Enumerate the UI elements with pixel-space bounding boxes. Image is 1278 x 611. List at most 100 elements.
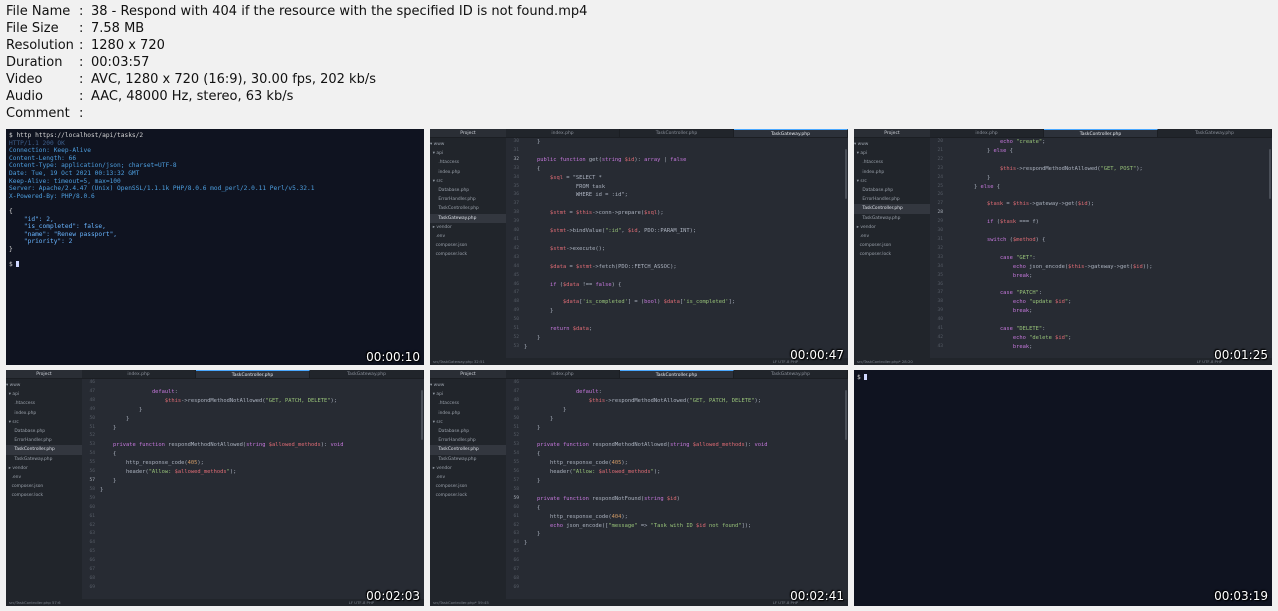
tree-item[interactable]: .htaccess (430, 399, 506, 408)
tree-item[interactable]: TaskGateway.php (854, 214, 930, 223)
line-number: 69 (89, 584, 95, 590)
tree-item[interactable]: composer.json (430, 241, 506, 250)
tree-item[interactable]: TaskGateway.php (430, 213, 506, 223)
tab-taskgateway-php[interactable]: TaskGateway.php (310, 370, 424, 378)
tree-item[interactable]: ▸ vendor (430, 464, 506, 473)
code-line: } (524, 477, 541, 484)
editor-scrollbar[interactable] (1269, 149, 1271, 199)
code-area[interactable]: echo "create"; } else { $this->respondMe… (948, 138, 1266, 358)
tab-project[interactable]: Project (430, 370, 506, 378)
code-line: break; (1012, 272, 1033, 279)
thumbnail-terminal-00-00-10[interactable]: $ http https://localhost/api/tasks/2 HTTP… (6, 129, 424, 365)
line-number: 22 (937, 156, 943, 162)
tab-project[interactable]: Project (854, 129, 930, 137)
thumbnail-editor-00-02-03[interactable]: Project index.php TaskController.php TaskGa… (6, 370, 424, 606)
code-area[interactable]: } public function get(string $id): array… (524, 138, 842, 358)
tree-item[interactable]: TaskGateway.php (430, 455, 506, 464)
tree-item[interactable]: composer.lock (6, 491, 82, 500)
tree-item[interactable]: .env (430, 473, 506, 482)
tree-item[interactable]: .htaccess (6, 399, 82, 408)
thumbnail-editor-00-02-41[interactable]: Project index.php TaskController.php TaskGa… (430, 370, 848, 606)
editor-scrollbar[interactable] (845, 390, 847, 440)
tree-item[interactable]: .htaccess (854, 158, 930, 167)
info-value: 00:03:57 (91, 55, 150, 70)
tree-item[interactable]: ▾ www (6, 381, 82, 390)
tree-item[interactable]: ▾ api (854, 149, 930, 158)
tab-index-php[interactable]: index.php (506, 129, 620, 137)
tree-item[interactable]: composer.lock (854, 250, 930, 259)
tree-item[interactable]: Database.php (854, 186, 930, 195)
tab-project[interactable]: Project (6, 370, 82, 378)
code-area[interactable]: default: $this->respondMethodNotAllowed(… (100, 379, 418, 599)
tree-item[interactable]: ErrorHandler.php (854, 195, 930, 204)
tab-index-php[interactable]: index.php (506, 370, 620, 378)
code-line: } (100, 415, 130, 422)
tab-taskgateway-php[interactable]: TaskGateway.php (734, 370, 848, 378)
tree-item[interactable]: index.php (6, 409, 82, 418)
tree-item[interactable]: TaskController.php (430, 445, 506, 455)
tree-item[interactable]: ▾ www (854, 140, 930, 149)
tree-item[interactable]: TaskController.php (6, 445, 82, 455)
tree-item[interactable]: ▾ www (430, 140, 506, 149)
line-number: 57 (89, 477, 95, 483)
line-number: 28 (937, 210, 943, 216)
tree-item[interactable]: .env (430, 232, 506, 241)
tree-item[interactable]: Database.php (430, 186, 506, 195)
line-number: 63 (513, 531, 519, 537)
editor-scrollbar[interactable] (421, 390, 423, 440)
tree-item[interactable]: .env (6, 473, 82, 482)
terminal-cursor (864, 374, 868, 380)
tree-item[interactable]: Database.php (6, 427, 82, 436)
tab-taskgateway-php[interactable]: TaskGateway.php (734, 129, 848, 137)
thumbnail-terminal-00-03-19[interactable]: $ 00:03:19 (854, 370, 1272, 606)
tree-item[interactable]: index.php (430, 409, 506, 418)
tree-item[interactable]: ▾ src (854, 177, 930, 186)
tree-item[interactable]: composer.json (854, 241, 930, 250)
tree-item[interactable]: ▾ api (6, 390, 82, 399)
tab-taskcontroller-php[interactable]: TaskController.php (620, 370, 734, 378)
tree-item[interactable]: index.php (430, 168, 506, 177)
line-number: 58 (89, 486, 95, 492)
timestamp-label: 00:00:47 (790, 348, 844, 362)
tree-item[interactable]: TaskGateway.php (6, 455, 82, 464)
tab-taskgateway-php[interactable]: TaskGateway.php (1158, 129, 1272, 137)
line-number: 53 (513, 343, 519, 349)
tree-item[interactable]: .htaccess (430, 158, 506, 167)
tree-item[interactable]: ▾ www (430, 381, 506, 390)
terminal-line: Content-Type: application/json; charset=… (9, 162, 177, 170)
editor-scrollbar[interactable] (845, 149, 847, 199)
tree-item[interactable]: ▾ src (6, 418, 82, 427)
tree-item[interactable]: ▾ api (430, 390, 506, 399)
tree-item[interactable]: ▾ src (430, 177, 506, 186)
tree-item[interactable]: Database.php (430, 427, 506, 436)
tab-taskcontroller-php[interactable]: TaskController.php (1044, 129, 1158, 137)
tree-item[interactable]: index.php (854, 168, 930, 177)
tree-item[interactable]: TaskController.php (430, 204, 506, 213)
tree-item[interactable]: .env (854, 232, 930, 241)
tree-item[interactable]: ▸ vendor (854, 223, 930, 232)
tab-index-php[interactable]: index.php (82, 370, 196, 378)
tree-item[interactable]: ▸ vendor (6, 464, 82, 473)
tree-item[interactable]: composer.json (6, 482, 82, 491)
tab-taskcontroller-php[interactable]: TaskController.php (196, 370, 310, 378)
tree-item[interactable]: TaskController.php (854, 204, 930, 214)
code-area[interactable]: default: $this->respondMethodNotAllowed(… (524, 379, 842, 599)
tree-item[interactable]: ▸ vendor (430, 223, 506, 232)
tree-item[interactable]: ErrorHandler.php (430, 436, 506, 445)
tab-project[interactable]: Project (430, 129, 506, 137)
tree-item[interactable]: ▾ src (430, 418, 506, 427)
tree-item[interactable]: composer.lock (430, 250, 506, 259)
tree-item[interactable]: composer.json (430, 482, 506, 491)
tree-item[interactable]: composer.lock (430, 491, 506, 500)
status-file: src/TaskController.php 57:6 (9, 600, 61, 605)
thumbnail-editor-00-00-47[interactable]: Project index.php TaskController.php TaskGa… (430, 129, 848, 365)
editor-status-bar: src/TaskController.php* 28:20 LF UTF-8 PH… (854, 358, 1272, 365)
thumbnail-editor-00-01-25[interactable]: Project index.php TaskController.php TaskGa… (854, 129, 1272, 365)
tree-item[interactable]: ErrorHandler.php (6, 436, 82, 445)
tab-taskcontroller-php[interactable]: TaskController.php (620, 129, 734, 137)
tree-item[interactable]: ErrorHandler.php (430, 195, 506, 204)
tree-item[interactable]: ▾ api (430, 149, 506, 158)
tab-index-php[interactable]: index.php (930, 129, 1044, 137)
